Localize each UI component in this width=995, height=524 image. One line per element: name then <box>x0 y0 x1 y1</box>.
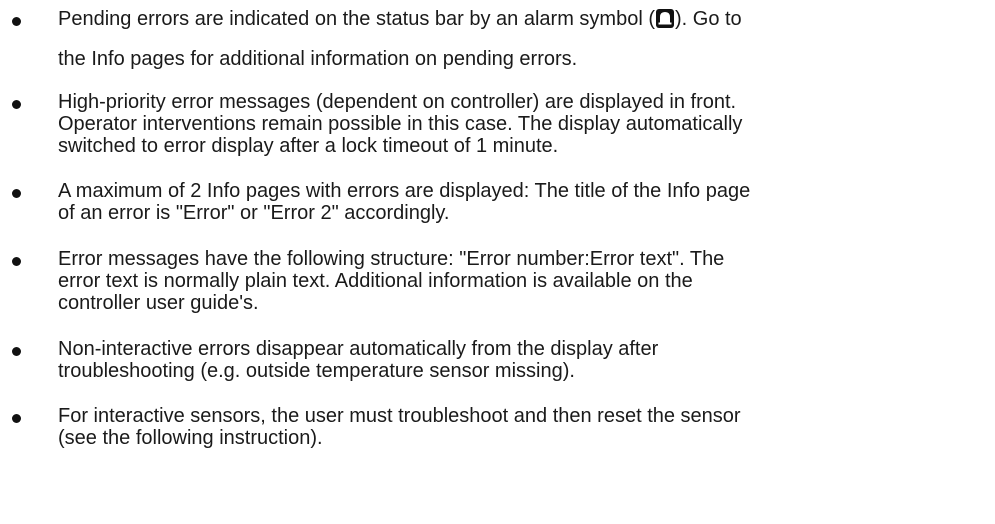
list-item-text: High-priority error messages (dependent … <box>58 91 988 157</box>
list-item-line: For interactive sensors, the user must t… <box>58 405 741 427</box>
alarm-bell-icon <box>655 9 674 28</box>
list-item-line: Error messages have the following struct… <box>58 248 725 270</box>
list-item-line: controller user guide's. <box>58 292 259 314</box>
list-item-text: For interactive sensors, the user must t… <box>58 405 988 449</box>
list-item-line: A maximum of 2 Info pages with errors ar… <box>58 180 751 202</box>
list-item-line: Operator interventions remain possible i… <box>58 113 743 135</box>
list-item-line: High-priority error messages (dependent … <box>58 91 737 113</box>
list-item-line: of an error is "Error" or "Error 2" acco… <box>58 202 450 224</box>
list-item-text: Pending errors are indicated on the stat… <box>58 8 988 88</box>
list-item-text: Non-interactive errors disappear automat… <box>58 338 988 382</box>
bullet-icon <box>12 100 21 109</box>
list-item-line: (see the following instruction). <box>58 427 323 449</box>
bullet-icon <box>12 257 21 266</box>
text-segment: ). Go to <box>674 8 742 30</box>
list-item-line: Pending errors are indicated on the stat… <box>58 8 988 48</box>
list-item-text: A maximum of 2 Info pages with errors ar… <box>58 180 988 224</box>
list-item-line: switched to error display after a lock t… <box>58 135 559 157</box>
bullet-icon <box>12 347 21 356</box>
list-item-line: the Info pages for additional informatio… <box>58 48 578 70</box>
bullet-icon <box>12 414 21 423</box>
list-item-line: troubleshooting (e.g. outside temperatur… <box>58 360 575 382</box>
list-item-text: Error messages have the following struct… <box>58 248 988 314</box>
bullet-icon <box>12 17 21 26</box>
bullet-icon <box>12 189 21 198</box>
list-item-line: error text is normally plain text. Addit… <box>58 270 693 292</box>
text-segment: Pending errors are indicated on the stat… <box>58 8 655 30</box>
list-item-line: Non-interactive errors disappear automat… <box>58 338 659 360</box>
